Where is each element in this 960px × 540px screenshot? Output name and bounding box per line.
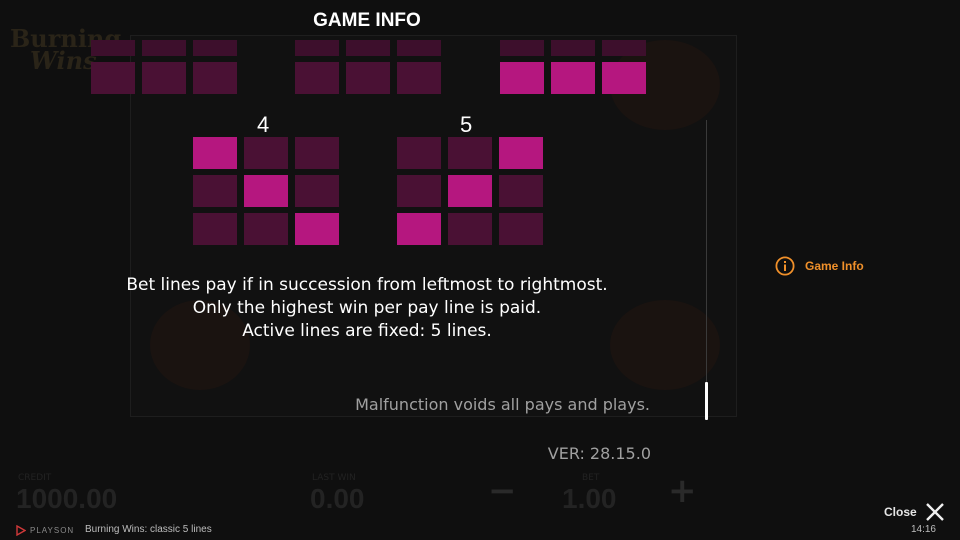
- payline-cell: [397, 213, 441, 245]
- footer-bar: PLAYSON Burning Wins: classic 5 lines 14…: [0, 520, 960, 540]
- payline-cell: [244, 175, 288, 207]
- rules-line: Only the highest win per pay line is pai…: [192, 298, 542, 318]
- payline-cell: [193, 213, 237, 245]
- payline-cell: [551, 40, 595, 56]
- rules-line: Bet lines pay if in succession from left…: [126, 275, 608, 295]
- page-title: GAME INFO: [313, 10, 421, 31]
- close-icon: [925, 503, 944, 521]
- version-label: VER: 28.15.0: [547, 444, 651, 463]
- payline-cell: [499, 137, 543, 169]
- payline-cell: [295, 40, 339, 56]
- scrollbar-track[interactable]: [706, 120, 707, 420]
- payline-cell: [602, 62, 646, 94]
- nav-item-game-info[interactable]: Game Info: [775, 254, 864, 278]
- brand-name: PLAYSON: [30, 526, 75, 535]
- payline-cell: [397, 62, 441, 94]
- payline-cell: [193, 62, 237, 94]
- playson-logo-icon: [16, 525, 26, 536]
- payline-cell: [142, 40, 186, 56]
- payline-cell: [499, 213, 543, 245]
- payline-number: 5: [460, 112, 473, 137]
- payline-cell: [91, 62, 135, 94]
- payline-cell: [193, 137, 237, 169]
- payline-cell: [295, 213, 339, 245]
- nav-item-label: Game Info: [805, 259, 864, 273]
- payline-number: 4: [257, 112, 270, 137]
- payline-cell: [295, 175, 339, 207]
- brand-logo: PLAYSON: [16, 525, 74, 536]
- payline-cell: [295, 62, 339, 94]
- close-button[interactable]: Close: [884, 502, 945, 522]
- rules-text: Bet lines pay if in succession from left…: [0, 274, 734, 343]
- payline-cell: [448, 213, 492, 245]
- payline-cell: [551, 62, 595, 94]
- payline-cell: [244, 137, 288, 169]
- clock: 14:16: [910, 524, 936, 535]
- payline-cell: [448, 175, 492, 207]
- payline-cell: [244, 213, 288, 245]
- payline-cell: [448, 137, 492, 169]
- scrollbar-thumb[interactable]: [705, 382, 708, 420]
- payline-cell: [397, 40, 441, 56]
- payline-cell: [397, 137, 441, 169]
- payline-cell: [295, 137, 339, 169]
- payline-cell: [397, 175, 441, 207]
- malfunction-notice: Malfunction voids all pays and plays.: [355, 395, 650, 414]
- payline-cell: [91, 40, 135, 56]
- rules-line: Active lines are fixed: 5 lines.: [242, 321, 492, 341]
- payline-cell: [142, 62, 186, 94]
- game-info-overlay: GAME INFO 4 5 Bet lines pay if in succes…: [0, 0, 960, 540]
- payline-cell: [346, 62, 390, 94]
- payline-cell: [346, 40, 390, 56]
- game-name: Burning Wins: classic 5 lines: [85, 524, 212, 535]
- payline-cell: [602, 40, 646, 56]
- payline-cell: [193, 40, 237, 56]
- close-label: Close: [884, 505, 917, 519]
- payline-cell: [193, 175, 237, 207]
- info-icon: [775, 256, 795, 276]
- payline-cell: [499, 175, 543, 207]
- payline-cell: [500, 62, 544, 94]
- payline-cell: [500, 40, 544, 56]
